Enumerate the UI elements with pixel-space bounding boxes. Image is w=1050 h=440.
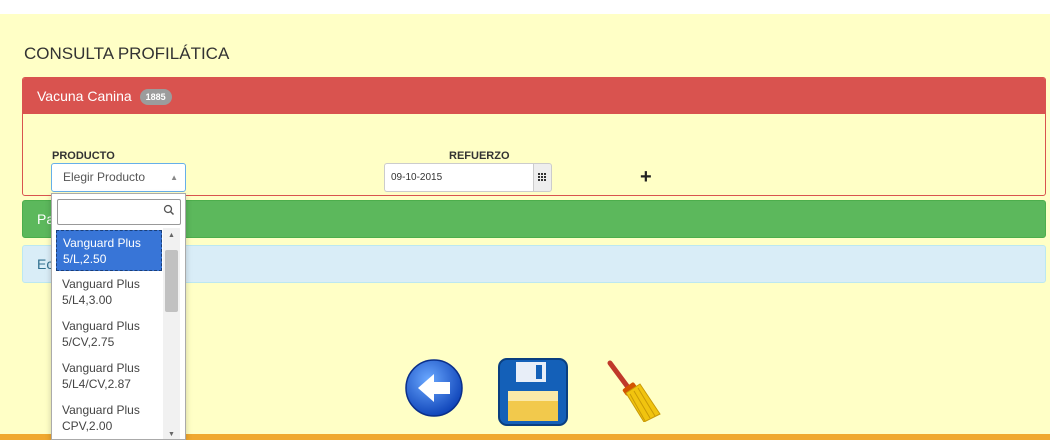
dropdown-option[interactable]: Vanguard Plus 5/CV,2.75 (56, 314, 162, 355)
back-button[interactable] (404, 358, 464, 423)
producto-dropdown: Vanguard Plus 5/L,2.50 Vanguard Plus 5/L… (51, 193, 186, 440)
dropdown-scrollbar[interactable]: ▲ ▼ (163, 228, 180, 439)
producto-label: PRODUCTO (52, 150, 115, 162)
page-title: CONSULTA PROFILÁTICA (24, 44, 230, 63)
back-arrow-icon (405, 359, 463, 417)
scrollbar-thumb[interactable] (165, 250, 178, 312)
producto-select[interactable]: Elegir Producto ▲ (51, 163, 186, 192)
dropdown-search-input[interactable] (57, 199, 181, 225)
dropdown-option[interactable]: Vanguard Plus 5/L4,3.00 (56, 272, 162, 313)
refuerzo-label: REFUERZO (449, 150, 510, 162)
calendar-grid-icon (538, 173, 546, 181)
vacuna-panel-heading[interactable]: Vacuna Canina 1885 (23, 78, 1045, 114)
save-button[interactable] (498, 358, 568, 431)
calendar-button[interactable] (533, 163, 552, 192)
broom-icon (607, 360, 661, 423)
dropdown-option[interactable]: Vanguard Plus 5/L,2.50 (56, 230, 162, 271)
refuerzo-date-input[interactable]: 09-10-2015 (384, 163, 533, 192)
caret-up-icon: ▲ (170, 173, 178, 182)
producto-select-value: Elegir Producto (63, 170, 146, 184)
clear-button[interactable] (604, 360, 662, 427)
dropdown-option[interactable]: Vanguard Plus 5/L4/CV,2.87 (56, 356, 162, 397)
count-badge: 1885 (139, 89, 172, 105)
scroll-down-icon[interactable]: ▼ (163, 431, 180, 438)
floppy-disk-icon (498, 358, 568, 426)
dropdown-option[interactable]: Vanguard Plus CPV,2.00 (56, 398, 162, 439)
search-icon (163, 204, 175, 216)
refuerzo-date-value: 09-10-2015 (391, 172, 443, 183)
add-button[interactable]: + (640, 167, 652, 187)
scroll-up-icon[interactable]: ▲ (163, 232, 180, 239)
vacuna-panel-title: Vacuna Canina (37, 88, 132, 104)
